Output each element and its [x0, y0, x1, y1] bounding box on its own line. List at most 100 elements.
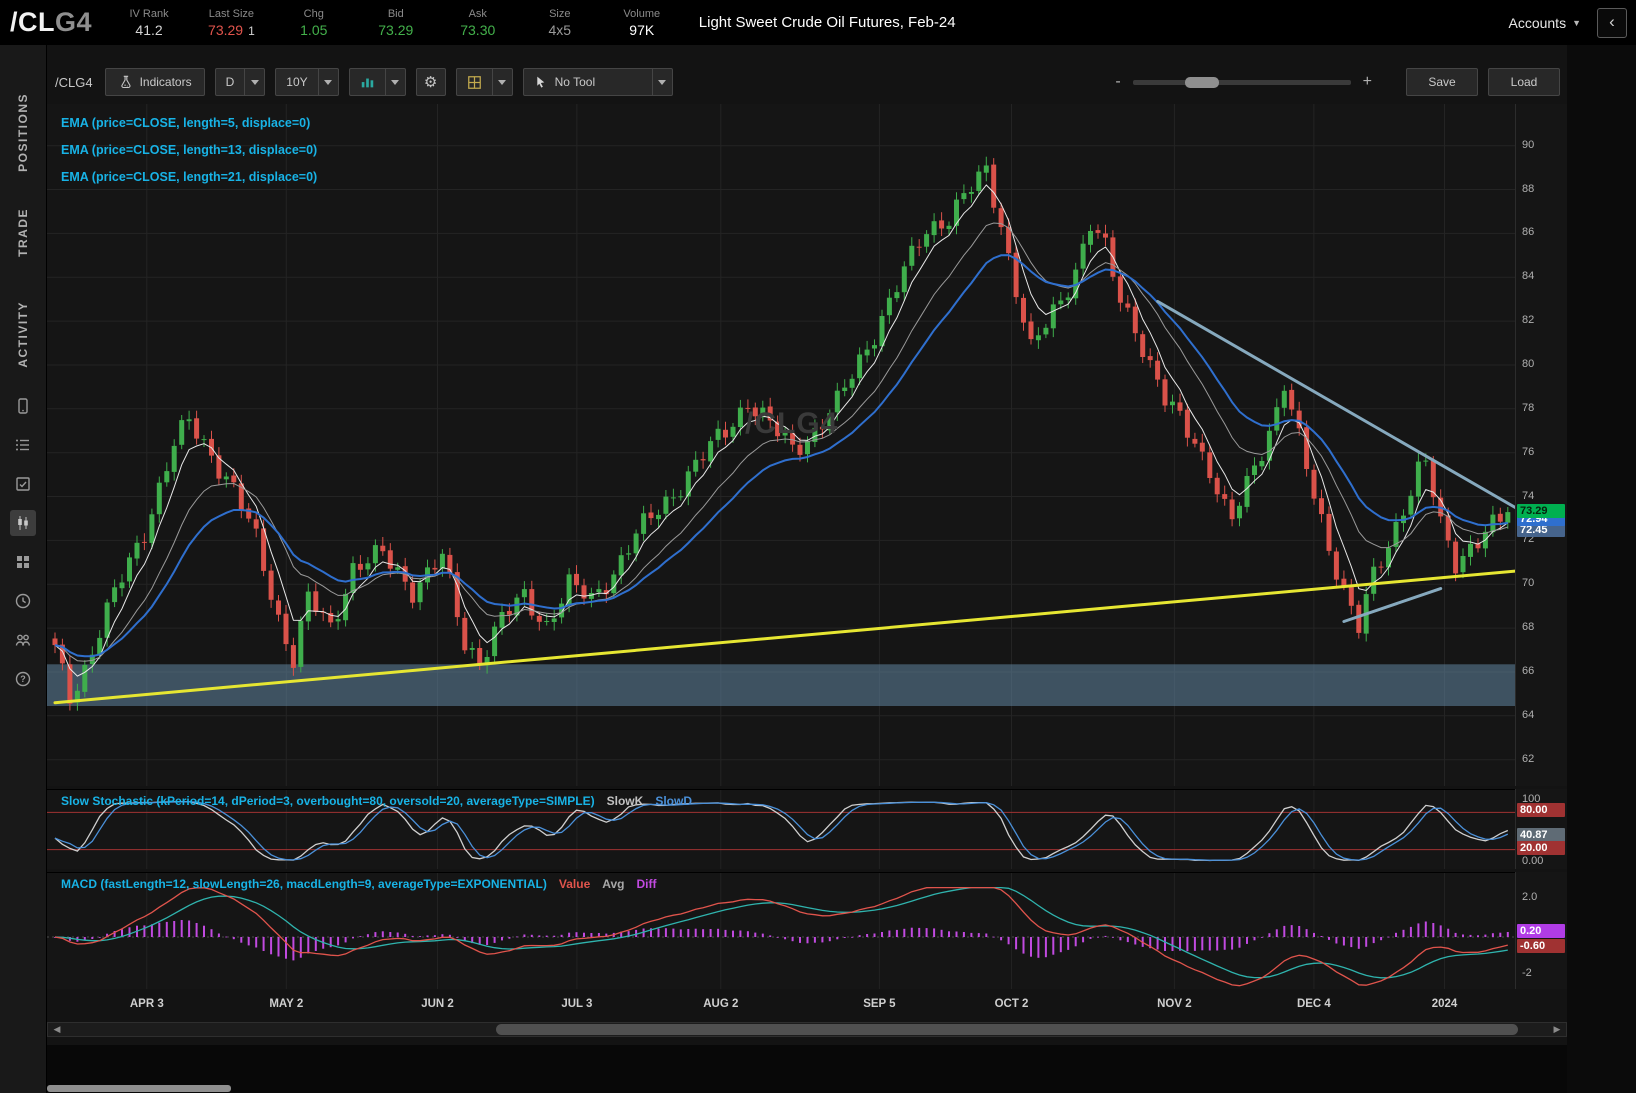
price-tick: 68	[1522, 621, 1534, 633]
chart-scrollbar[interactable]: ◀ ▶	[47, 1022, 1567, 1037]
price-chart-canvas[interactable]	[47, 104, 1515, 786]
collapse-panel-button[interactable]: ‹	[1597, 8, 1627, 38]
stat-ask: Ask 73.30	[455, 7, 501, 39]
chevron-down-icon	[318, 69, 338, 95]
macd-legend: MACD (fastLength=12, slowLength=26, macd…	[61, 877, 656, 891]
price-badge: 73.29	[1517, 504, 1565, 518]
chevron-left-icon: ‹	[1609, 12, 1615, 31]
watchlist-icon[interactable]	[10, 432, 36, 458]
symbol-contract: G4	[55, 7, 92, 37]
drawing-tool-dropdown[interactable]: No Tool	[523, 68, 673, 96]
price-tick: 64	[1522, 709, 1534, 721]
stat-last-size: Last Size 73.29 1	[208, 7, 255, 39]
price-tick: 86	[1522, 226, 1534, 238]
zoom-slider-thumb[interactable]	[1185, 77, 1219, 88]
layout-grid-dropdown[interactable]	[456, 68, 513, 96]
bar-chart-icon	[350, 75, 385, 90]
chart-toolbar: /CLG4 Indicators D 10Y ⚙	[55, 67, 1560, 97]
chart-symbol-label: /CLG4	[55, 75, 93, 90]
zoom-control: - +	[1115, 73, 1372, 91]
zoom-in-button[interactable]: +	[1363, 73, 1372, 91]
time-axis-label: OCT 2	[982, 998, 1042, 1010]
price-chart-pane[interactable]: /CLG4 EMA (price=CLOSE, length=5, displa…	[47, 104, 1515, 786]
ema21-study-label: EMA (price=CLOSE, length=21, displace=0)	[61, 164, 317, 191]
stochastic-pane[interactable]: Slow Stochastic (kPeriod=14, dPeriod=3, …	[47, 789, 1515, 869]
save-button[interactable]: Save	[1406, 68, 1478, 96]
stat-volume: Volume 97K	[619, 7, 665, 39]
time-axis-label: JUL 3	[547, 998, 607, 1010]
time-axis-label: MAY 2	[256, 998, 316, 1010]
stochastic-axis[interactable]: 1000.0080.0040.8720.00	[1515, 789, 1567, 869]
price-tick: 90	[1522, 139, 1534, 151]
right-gutter	[1567, 45, 1636, 1093]
macd-tick: 2.0	[1522, 891, 1537, 903]
chevron-down-icon: ▼	[1572, 18, 1581, 28]
price-tick: 62	[1522, 753, 1534, 765]
chart-panel: /CLG4 Indicators D 10Y ⚙	[47, 45, 1567, 1045]
price-tick: 88	[1522, 183, 1534, 195]
zoom-slider[interactable]	[1133, 80, 1351, 85]
price-tick: 66	[1522, 665, 1534, 677]
stat-bid: Bid 73.29	[373, 7, 419, 39]
time-axis[interactable]: APR 3MAY 2JUN 2JUL 3AUG 2SEP 5OCT 2NOV 2…	[47, 996, 1515, 1016]
timeframe-dropdown[interactable]: D	[215, 68, 266, 96]
scroll-left-icon[interactable]: ◀	[48, 1024, 66, 1035]
chart-icon[interactable]	[10, 510, 36, 536]
svg-text:?: ?	[20, 675, 26, 685]
sidebar-tab-positions[interactable]: POSITIONS	[16, 93, 30, 172]
accounts-menu[interactable]: Accounts ▼	[1508, 15, 1581, 31]
app-hscrollbar-thumb[interactable]	[47, 1085, 231, 1092]
stoch-badge: 80.00	[1517, 803, 1565, 817]
price-tick: 80	[1522, 358, 1534, 370]
macd-badge: 0.20	[1517, 924, 1565, 938]
zoom-out-button[interactable]: -	[1115, 73, 1120, 91]
chart-watermark: /CLG4	[745, 407, 838, 441]
history-clock-icon[interactable]	[10, 588, 36, 614]
contract-description: Light Sweet Crude Oil Futures, Feb-24	[699, 14, 956, 31]
symbol-root: /CL	[10, 7, 55, 37]
quote-header: /CLG4 IV Rank 41.2 Last Size 73.29 1 Chg…	[0, 0, 1636, 45]
scrollbar-track[interactable]	[66, 1023, 1548, 1036]
sidebar-tab-activity[interactable]: ACTIVITY	[16, 301, 30, 368]
scroll-right-icon[interactable]: ▶	[1548, 1024, 1566, 1035]
trading-platform-window: /CLG4 IV Rank 41.2 Last Size 73.29 1 Chg…	[0, 0, 1636, 1093]
sidebar-icon-rail: ?	[10, 393, 36, 692]
indicators-button[interactable]: Indicators	[105, 68, 205, 96]
macd-pane[interactable]: MACD (fastLength=12, slowLength=26, macd…	[47, 872, 1515, 989]
grid-layout-icon	[457, 75, 492, 90]
sidebar-tab-trade[interactable]: TRADE	[16, 208, 30, 257]
order-ticket-icon[interactable]	[10, 471, 36, 497]
time-axis-label: DEC 4	[1284, 998, 1344, 1010]
share-users-icon[interactable]	[10, 627, 36, 653]
price-tick: 76	[1522, 446, 1534, 458]
stoch-badge: 40.87	[1517, 828, 1565, 842]
time-axis-label: NOV 2	[1144, 998, 1204, 1010]
settings-gear-icon[interactable]: ⚙	[416, 68, 446, 96]
scrollbar-thumb[interactable]	[496, 1024, 1519, 1035]
slowk-legend: SlowK	[607, 794, 644, 808]
ema5-study-label: EMA (price=CLOSE, length=5, displace=0)	[61, 110, 317, 137]
ema13-study-label: EMA (price=CLOSE, length=13, displace=0)	[61, 137, 317, 164]
quote-stats: IV Rank 41.2 Last Size 73.29 1 Chg 1.05 …	[126, 7, 665, 39]
mobile-device-icon[interactable]	[10, 393, 36, 419]
left-sidebar: POSITIONS TRADE ACTIVITY	[0, 45, 47, 1093]
macd-badge: -0.60	[1517, 939, 1565, 953]
stochastic-legend: Slow Stochastic (kPeriod=14, dPeriod=3, …	[61, 794, 692, 808]
dashboard-grid-icon[interactable]	[10, 549, 36, 575]
price-axis[interactable]: 90888684828078767472706866646272.4572.94…	[1515, 104, 1567, 786]
time-axis-label: SEP 5	[849, 998, 909, 1010]
range-dropdown[interactable]: 10Y	[275, 68, 338, 96]
stat-size: Size 4x5	[537, 7, 583, 39]
load-button[interactable]: Load	[1488, 68, 1560, 96]
price-tick: 70	[1522, 577, 1534, 589]
slowd-legend: SlowD	[655, 794, 692, 808]
help-icon[interactable]: ?	[10, 666, 36, 692]
macd-axis[interactable]: 2.0-20.20-0.60	[1515, 872, 1567, 989]
chevron-down-icon	[492, 69, 512, 95]
price-tick: 74	[1522, 490, 1534, 502]
stat-chg: Chg 1.05	[291, 7, 337, 39]
chart-type-dropdown[interactable]	[349, 68, 406, 96]
chevron-down-icon	[652, 69, 672, 95]
flask-icon	[118, 75, 133, 90]
macd-diff-legend: Diff	[636, 877, 656, 891]
